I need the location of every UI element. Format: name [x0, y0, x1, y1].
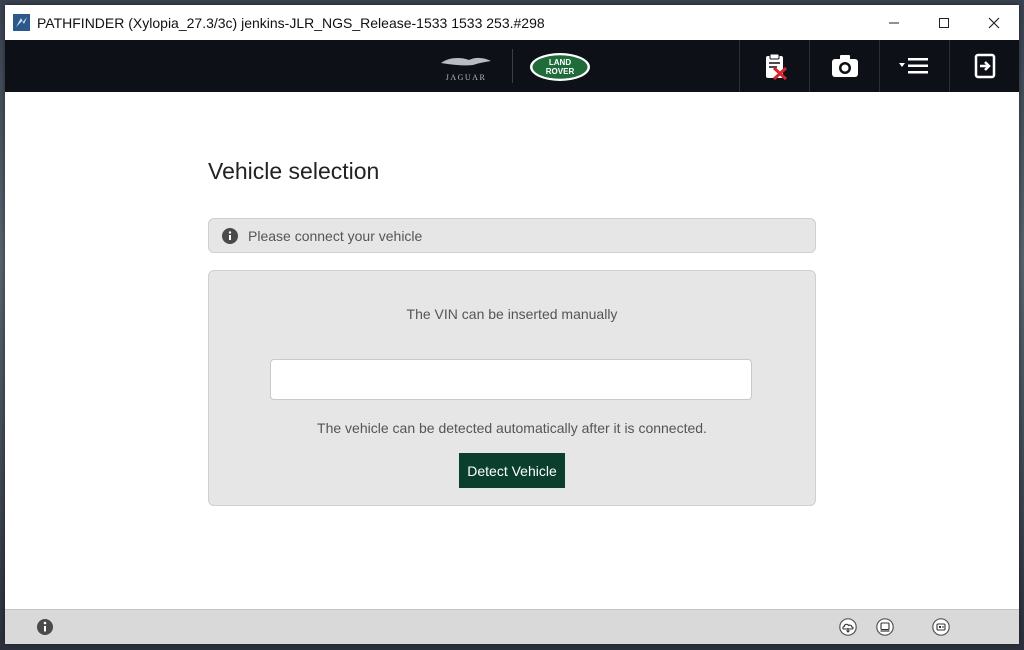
landrover-logo: LAND ROVER: [529, 52, 591, 82]
jaguar-wordmark: JAGUAR: [446, 73, 487, 82]
title-bar: PATHFINDER (Xylopia_27.3/3c) jenkins-JLR…: [5, 5, 1019, 40]
main-content: Vehicle selection Please connect your ve…: [5, 92, 1019, 609]
info-circle-icon: [222, 227, 238, 244]
screenshot-button[interactable]: [809, 40, 880, 92]
exit-icon: [974, 53, 996, 79]
info-message: Please connect your vehicle: [248, 227, 423, 244]
app-header: JAGUAR LAND ROVER: [5, 40, 1019, 92]
app-window: PATHFINDER (Xylopia_27.3/3c) jenkins-JLR…: [5, 5, 1019, 644]
vin-panel: The VIN can be inserted manually The veh…: [208, 270, 816, 506]
device-icon[interactable]: [876, 618, 894, 636]
minimize-button[interactable]: [869, 5, 919, 40]
status-footer: [5, 609, 1019, 644]
brand-divider: [512, 49, 513, 83]
landrover-wordmark-line1: LAND: [549, 58, 571, 67]
camera-icon: [832, 55, 858, 77]
vin-input[interactable]: [270, 359, 752, 400]
page-title: Vehicle selection: [208, 158, 380, 184]
window-title: PATHFINDER (Xylopia_27.3/3c) jenkins-JLR…: [37, 14, 545, 31]
main-menu-button[interactable]: [879, 40, 950, 92]
clipboard-cancel-icon: [766, 53, 788, 81]
connection-info-bar: Please connect your vehicle: [208, 218, 816, 253]
info-icon[interactable]: [36, 618, 54, 636]
close-button[interactable]: [969, 5, 1019, 40]
vci-icon[interactable]: [932, 618, 950, 636]
jaguar-logo: JAGUAR: [435, 53, 497, 83]
close-icon: [988, 17, 1000, 28]
app-logo-icon: [13, 14, 30, 31]
cloud-icon[interactable]: [839, 618, 857, 636]
maximize-button[interactable]: [919, 5, 969, 40]
maximize-icon: [939, 17, 949, 28]
minimize-icon: [889, 22, 899, 23]
exit-button[interactable]: [949, 40, 1020, 92]
session-cancel-button[interactable]: [739, 40, 810, 92]
landrover-wordmark-line2: ROVER: [546, 67, 575, 76]
auto-detect-text: The vehicle can be detected automaticall…: [317, 420, 707, 436]
menu-icon: [899, 58, 928, 74]
vin-label: The VIN can be inserted manually: [406, 306, 618, 322]
detect-vehicle-button[interactable]: Detect Vehicle: [459, 453, 565, 488]
